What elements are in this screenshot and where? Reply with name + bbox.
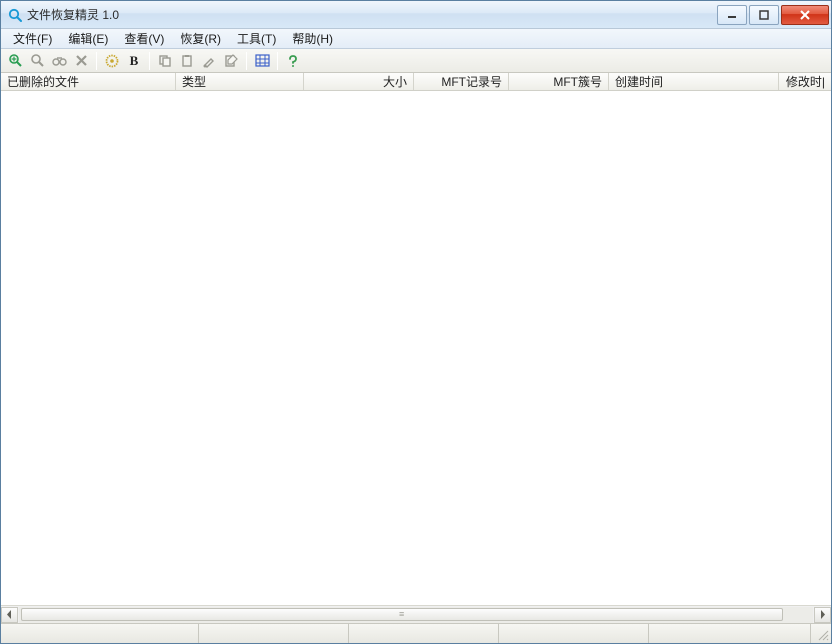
- binoculars-icon[interactable]: [49, 51, 69, 71]
- window-controls: [715, 5, 829, 25]
- bold-icon[interactable]: B: [124, 51, 144, 71]
- toolbar: B: [1, 49, 831, 73]
- statusbar: [1, 623, 831, 643]
- col-create-time[interactable]: 创建时间: [609, 73, 779, 90]
- grid-icon[interactable]: [252, 51, 272, 71]
- menu-recover[interactable]: 恢复(R): [172, 28, 229, 49]
- menu-file[interactable]: 文件(F): [5, 28, 60, 49]
- app-icon: [7, 7, 23, 23]
- col-deleted-file[interactable]: 已删除的文件: [1, 73, 176, 90]
- file-list[interactable]: [1, 91, 831, 605]
- toolbar-separator: [96, 52, 97, 70]
- menu-view[interactable]: 查看(V): [116, 28, 172, 49]
- zoom-out-icon[interactable]: [27, 51, 47, 71]
- maximize-button[interactable]: [749, 5, 779, 25]
- edit-icon[interactable]: [221, 51, 241, 71]
- col-size[interactable]: 大小: [304, 73, 414, 90]
- gear-icon[interactable]: [102, 51, 122, 71]
- menubar: 文件(F) 编辑(E) 查看(V) 恢复(R) 工具(T) 帮助(H): [1, 29, 831, 49]
- status-cell-4: [499, 624, 649, 643]
- minimize-button[interactable]: [717, 5, 747, 25]
- window-title: 文件恢复精灵 1.0: [27, 6, 715, 23]
- paste-icon[interactable]: [177, 51, 197, 71]
- column-header-row: 已删除的文件 类型 大小 MFT记录号 MFT簇号 创建时间 修改时|: [1, 73, 831, 91]
- scroll-left-button[interactable]: [1, 607, 18, 623]
- app-window: 文件恢复精灵 1.0 文件(F) 编辑(E) 查看(V) 恢复(R) 工具(T)…: [0, 0, 832, 644]
- brush-icon[interactable]: [199, 51, 219, 71]
- scroll-track[interactable]: ≡: [19, 607, 813, 623]
- status-cell-3: [349, 624, 499, 643]
- delete-icon[interactable]: [71, 51, 91, 71]
- col-modify-time[interactable]: 修改时|: [779, 73, 831, 90]
- close-button[interactable]: [781, 5, 829, 25]
- resize-grip[interactable]: [811, 624, 831, 643]
- col-type[interactable]: 类型: [176, 73, 304, 90]
- status-cell-2: [199, 624, 349, 643]
- zoom-in-icon[interactable]: [5, 51, 25, 71]
- help-icon[interactable]: [283, 51, 303, 71]
- toolbar-separator: [246, 52, 247, 70]
- col-mft-cluster[interactable]: MFT簇号: [509, 73, 609, 90]
- toolbar-separator: [149, 52, 150, 70]
- thumb-grip-icon: ≡: [399, 609, 405, 619]
- menu-edit[interactable]: 编辑(E): [60, 28, 116, 49]
- status-cell-5: [649, 624, 811, 643]
- horizontal-scrollbar: ≡: [1, 605, 831, 623]
- toolbar-separator: [277, 52, 278, 70]
- menu-tools[interactable]: 工具(T): [229, 28, 284, 49]
- status-cell-1: [1, 624, 199, 643]
- scroll-thumb[interactable]: ≡: [21, 608, 783, 621]
- menu-help[interactable]: 帮助(H): [284, 28, 341, 49]
- titlebar: 文件恢复精灵 1.0: [1, 1, 831, 29]
- copy-icon[interactable]: [155, 51, 175, 71]
- scroll-right-button[interactable]: [814, 607, 831, 623]
- col-mft-record[interactable]: MFT记录号: [414, 73, 509, 90]
